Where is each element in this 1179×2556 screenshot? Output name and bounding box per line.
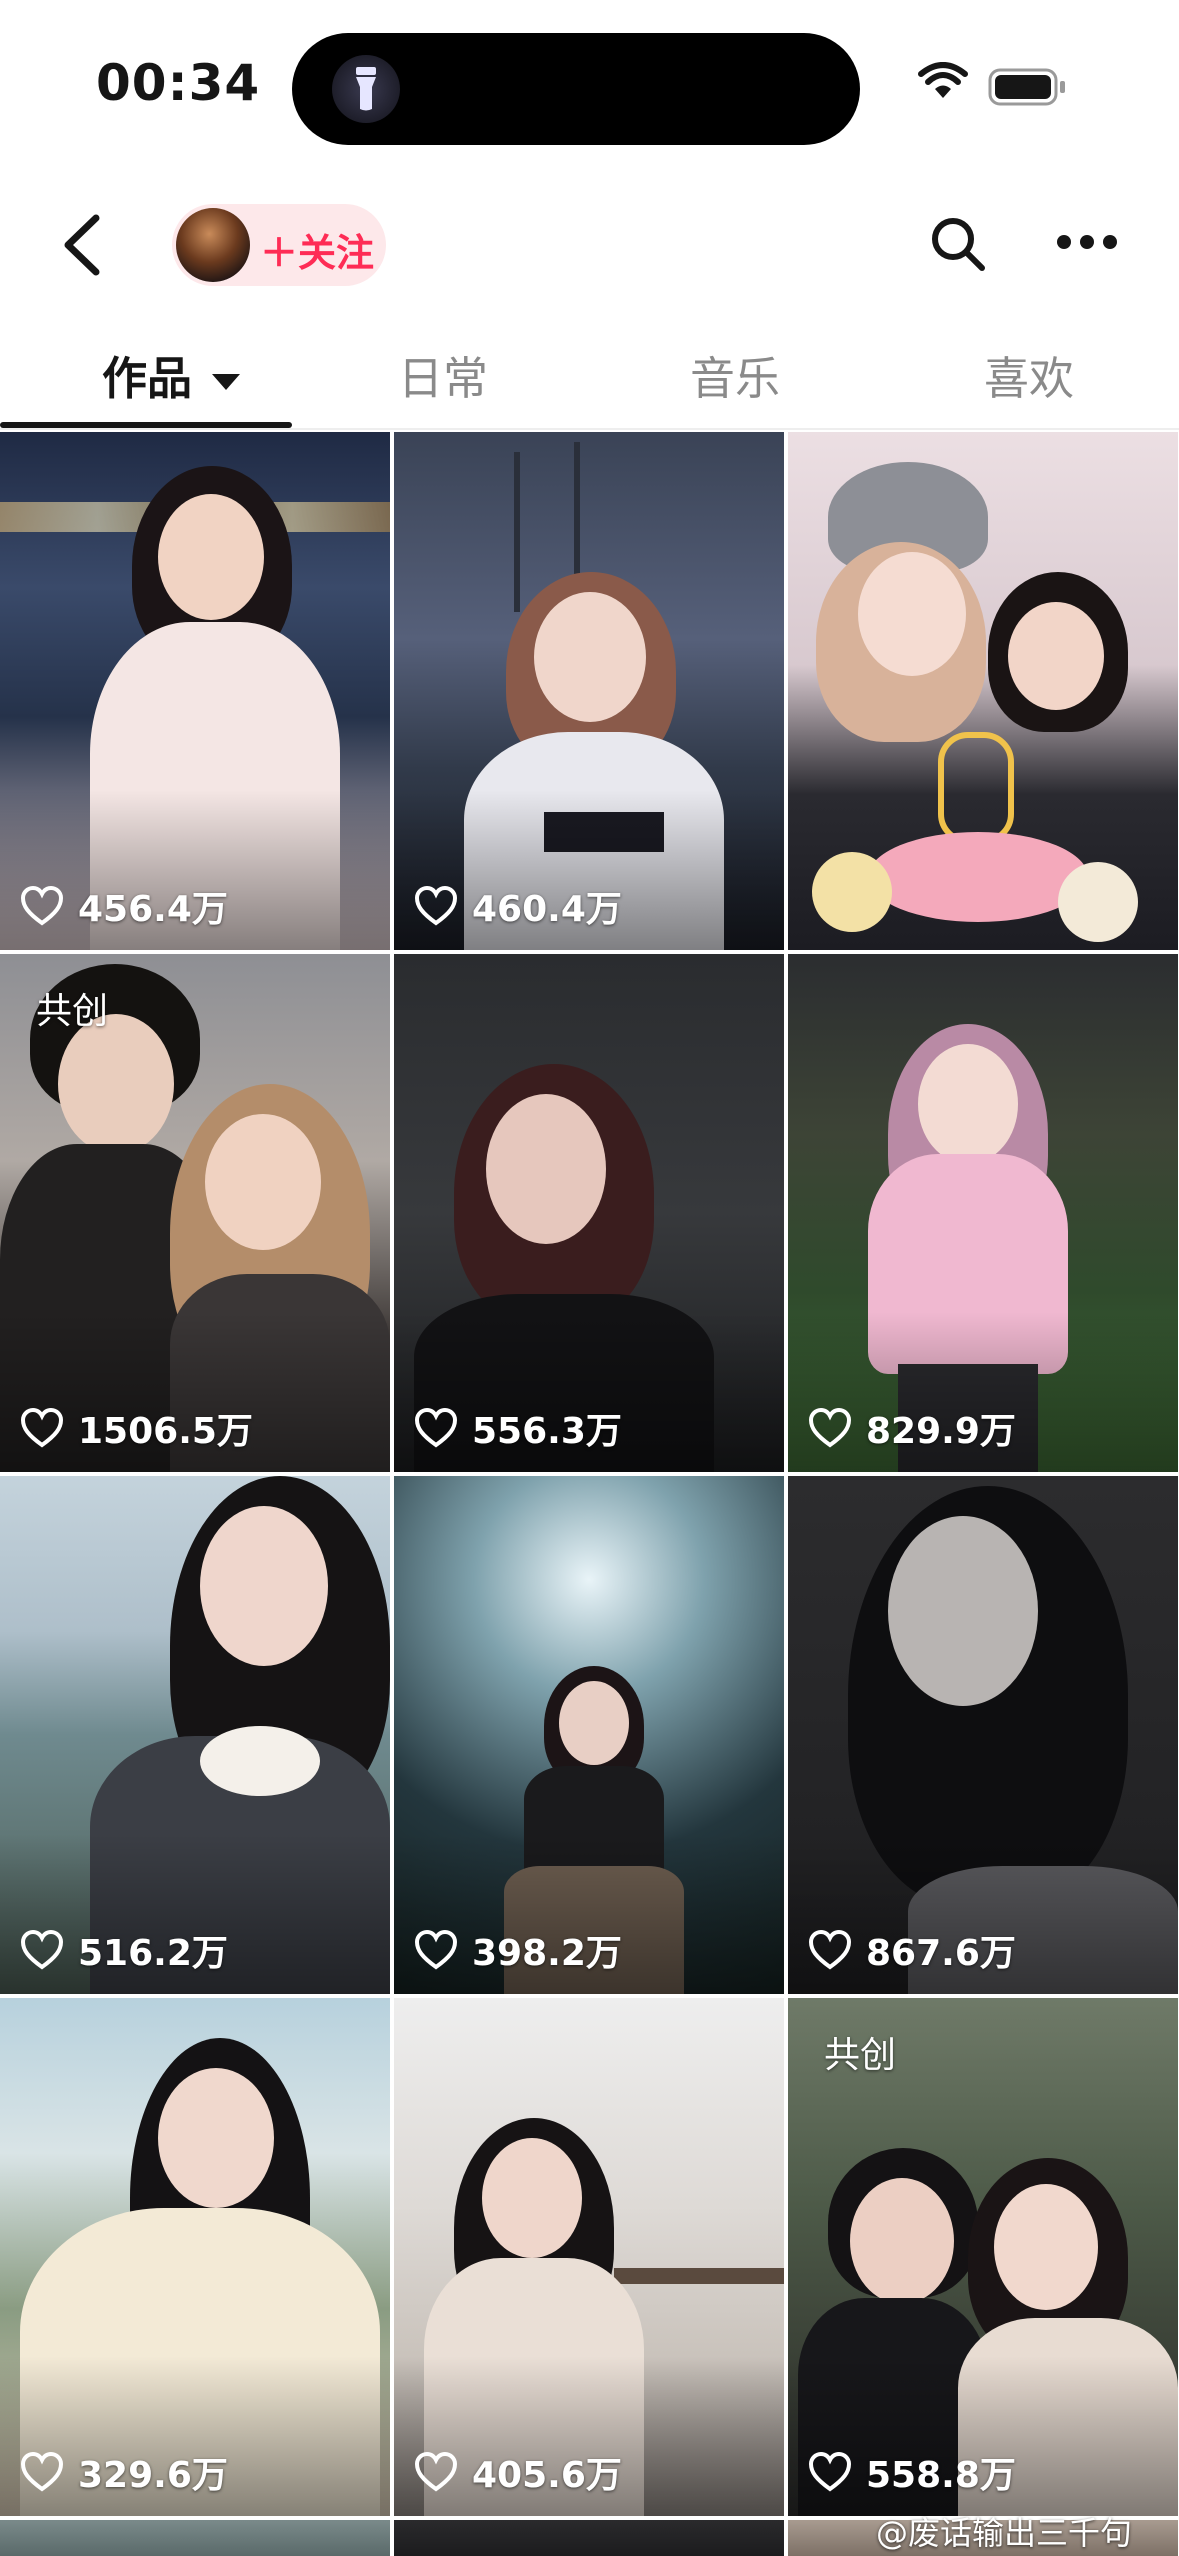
heart-icon xyxy=(414,1930,458,1970)
face-shape xyxy=(1008,602,1104,710)
video-thumbnail[interactable] xyxy=(788,432,1178,950)
table-shape xyxy=(614,2268,784,2284)
like-count: 329.6万 xyxy=(20,2446,228,2498)
face-shape xyxy=(486,1094,606,1244)
face-shape xyxy=(534,592,646,722)
video-thumbnail[interactable]: 共创 558.8万 xyxy=(788,1998,1178,2516)
co-create-badge: 共创 xyxy=(36,991,109,1032)
watermark-text: @废话输出三千句 xyxy=(876,2514,1133,2552)
like-count: 829.9万 xyxy=(808,1402,1016,1454)
like-count: 456.4万 xyxy=(20,880,228,932)
heart-icon xyxy=(20,1930,64,1970)
status-time: 00:34 xyxy=(96,54,261,112)
heart-icon xyxy=(414,2452,458,2492)
heart-icon xyxy=(20,2452,64,2492)
like-count: 558.8万 xyxy=(808,2446,1016,2498)
like-count-text: 398.2万 xyxy=(472,1933,622,1974)
like-count-text: 516.2万 xyxy=(78,1933,228,1974)
co-create-badge: 共创 xyxy=(824,2035,897,2076)
tab-works[interactable]: 作品 xyxy=(102,342,241,407)
like-count: 1506.5万 xyxy=(20,1402,253,1454)
face-shape xyxy=(888,1516,1038,1706)
candle-ten xyxy=(938,732,1014,844)
tab-likes[interactable]: 喜欢 xyxy=(984,342,1074,407)
profile-nav-bar: ＋关注 xyxy=(0,190,1179,300)
video-thumbnail[interactable]: 829.9万 xyxy=(788,954,1178,1472)
like-count-text: 329.6万 xyxy=(78,2455,228,2496)
tab-music[interactable]: 音乐 xyxy=(690,342,780,407)
video-thumbnail-partial[interactable] xyxy=(0,2520,390,2556)
like-count: 398.2万 xyxy=(414,1924,622,1976)
tab-divider xyxy=(0,428,1179,430)
video-thumbnail[interactable]: 329.6万 xyxy=(0,1998,390,2516)
like-count-text: 558.8万 xyxy=(866,2455,1016,2496)
video-thumbnail[interactable]: 398.2万 xyxy=(394,1476,784,1994)
toy-bear xyxy=(812,852,892,932)
like-count: 867.6万 xyxy=(808,1924,1016,1976)
birthday-cake xyxy=(868,832,1088,922)
face-shape xyxy=(482,2138,582,2258)
follow-label: ＋关注 xyxy=(260,231,375,275)
video-thumbnail[interactable]: 405.6万 xyxy=(394,1998,784,2516)
face-shape xyxy=(158,494,264,620)
power-pole xyxy=(514,452,520,612)
more-dots-icon[interactable] xyxy=(1056,234,1118,250)
follow-button[interactable]: ＋关注 xyxy=(172,204,386,286)
heart-icon xyxy=(414,1408,458,1448)
like-count-text: 867.6万 xyxy=(866,1933,1016,1974)
face-shape xyxy=(994,2184,1098,2310)
toy-bear xyxy=(1058,862,1138,942)
avatar[interactable] xyxy=(176,208,250,282)
back-chevron-icon[interactable] xyxy=(56,212,112,278)
video-thumbnail-partial[interactable] xyxy=(394,2520,784,2556)
like-count: 556.3万 xyxy=(414,1402,622,1454)
profile-tabs: 作品 日常 音乐 喜欢 xyxy=(0,330,1179,430)
like-count: 405.6万 xyxy=(414,2446,622,2498)
video-thumbnail[interactable]: 867.6万 xyxy=(788,1476,1178,1994)
search-icon[interactable] xyxy=(928,214,988,274)
caret-down-icon[interactable] xyxy=(212,374,241,390)
like-count-text: 829.9万 xyxy=(866,1411,1016,1452)
dynamic-island xyxy=(292,33,860,145)
flashlight-icon xyxy=(332,55,400,123)
video-thumbnail[interactable]: 460.4万 xyxy=(394,432,784,950)
collar-shape xyxy=(200,1726,320,1796)
like-count: 516.2万 xyxy=(20,1924,228,1976)
like-count: 460.4万 xyxy=(414,880,622,932)
video-thumbnail[interactable]: 556.3万 xyxy=(394,954,784,1472)
heart-icon xyxy=(808,2452,852,2492)
video-grid: 456.4万 460.4万 共创 1506.5万 556.3万 829.9万 5… xyxy=(0,432,1179,2556)
heart-icon xyxy=(20,1408,64,1448)
face-shape xyxy=(918,1044,1018,1164)
face-shape xyxy=(158,2068,274,2208)
video-thumbnail[interactable]: 516.2万 xyxy=(0,1476,390,1994)
like-count-text: 556.3万 xyxy=(472,1411,622,1452)
face-shape xyxy=(205,1114,321,1250)
wifi-icon xyxy=(918,62,968,98)
tab-works-label: 作品 xyxy=(102,352,193,405)
status-bar: 00:34 xyxy=(0,0,1179,170)
face-shape xyxy=(58,1014,174,1154)
heart-icon xyxy=(20,886,64,926)
like-count-text: 405.6万 xyxy=(472,2455,622,2496)
heart-icon xyxy=(414,886,458,926)
face-shape xyxy=(559,1681,629,1765)
like-count-text: 460.4万 xyxy=(472,889,622,930)
like-count-text: 456.4万 xyxy=(78,889,228,930)
like-count-text: 1506.5万 xyxy=(78,1411,253,1452)
face-shape xyxy=(850,2178,954,2304)
heart-icon xyxy=(808,1930,852,1970)
video-thumbnail[interactable]: 共创 1506.5万 xyxy=(0,954,390,1472)
tab-daily[interactable]: 日常 xyxy=(398,342,488,407)
face-shape xyxy=(200,1506,328,1666)
video-thumbnail[interactable]: 456.4万 xyxy=(0,432,390,950)
heart-icon xyxy=(808,1408,852,1448)
battery-icon xyxy=(988,68,1065,106)
face-shape xyxy=(858,552,966,676)
